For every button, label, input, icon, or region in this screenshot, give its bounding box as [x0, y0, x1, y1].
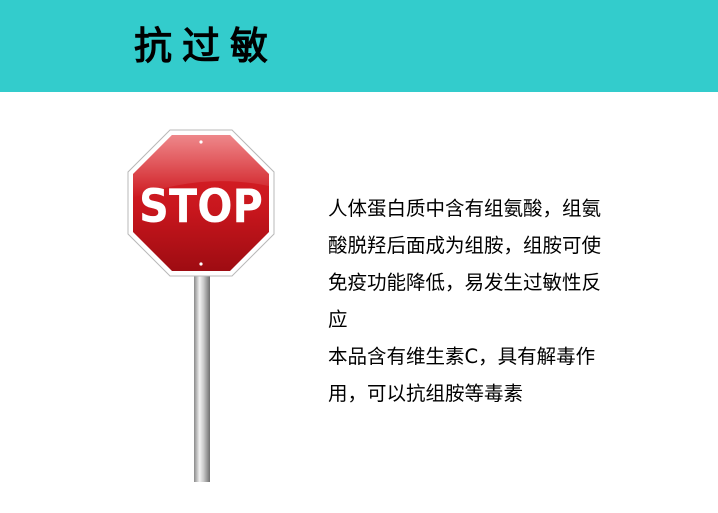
sign-pole — [194, 268, 210, 482]
stop-sign-icon: STOP — [127, 129, 275, 482]
page-title: 抗过敏 — [134, 24, 279, 68]
paragraph-histamine: 人体蛋白质中含有组氨酸，组氨酸脱羟后面成为组胺，组胺可使免疫功能降低，易发生过敏… — [328, 197, 602, 331]
stop-sign-text: STOP — [139, 179, 263, 233]
slide: 抗过敏 STOP 人体蛋白质中含有组氨酸，组氨酸脱羟后面成为组胺，组胺可使免疫功… — [0, 0, 718, 513]
body-text: 人体蛋白质中含有组氨酸，组氨酸脱羟后面成为组胺，组胺可使免疫功能降低，易发生过敏… — [328, 190, 618, 412]
header-band: 抗过敏 — [0, 0, 718, 92]
paragraph-vitamin-c: 本品含有维生素C，具有解毒作用，可以抗组胺等毒素 — [328, 345, 596, 405]
sign-bolt-top — [199, 140, 203, 144]
sign-bolt-bottom — [199, 262, 203, 266]
